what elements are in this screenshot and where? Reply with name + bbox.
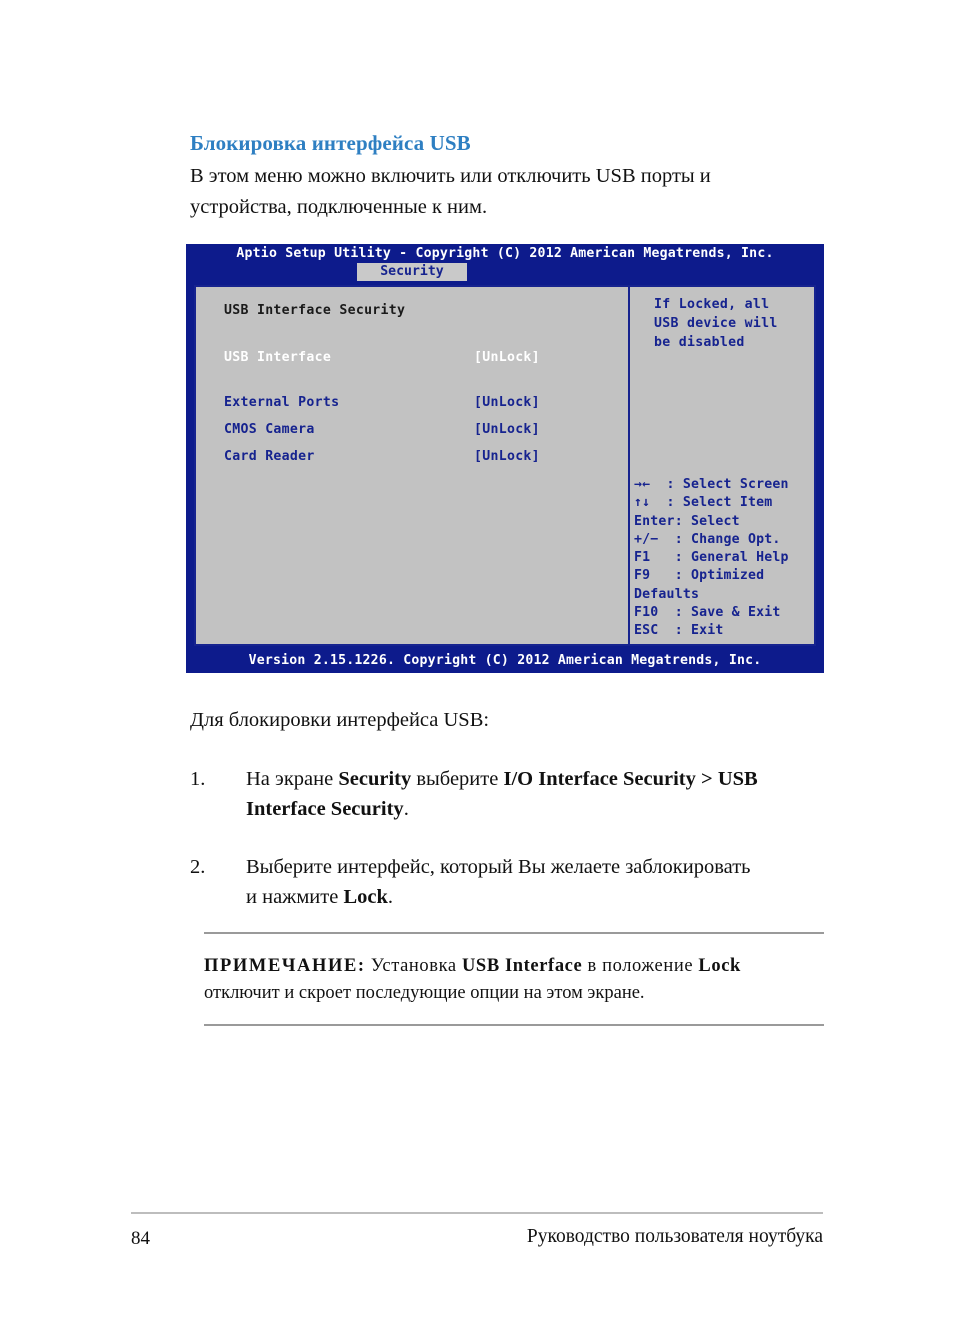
footer-title: Руководство пользователя ноутбука xyxy=(526,1226,823,1247)
step-text: На экране Security выберите I/O Interfac… xyxy=(246,764,824,824)
step1-bold-security: Security xyxy=(338,768,412,790)
bios-title-bar: Aptio Setup Utility - Copyright (C) 2012… xyxy=(236,246,774,261)
step2-line2: и нажмите Lock. xyxy=(246,882,824,912)
step2-bold-lock: Lock xyxy=(343,886,388,908)
bios-content-panel: USB Interface Security USB Interface [Un… xyxy=(194,285,816,646)
intro-line-1: В этом меню можно включить или отключить… xyxy=(190,165,711,187)
step2-line1: Выберите интерфейс, который Вы желаете з… xyxy=(246,856,751,878)
option-label: USB Interface xyxy=(224,350,332,365)
step2-text-a: и нажмите xyxy=(246,886,344,908)
step-text: Выберите интерфейс, который Вы желаете з… xyxy=(246,852,824,912)
footer-divider xyxy=(131,1212,823,1214)
intro-line-2: устройства, подключенные к ним. xyxy=(190,196,488,218)
help-description: If Locked, all USB device will be disabl… xyxy=(654,297,778,350)
page-number: 84 xyxy=(131,1228,150,1249)
note-text-c: в положение xyxy=(582,956,699,976)
step-number: 1. xyxy=(190,768,206,790)
intro-paragraph: В этом меню можно включить или отключить… xyxy=(190,161,825,223)
step1-period: . xyxy=(403,798,409,820)
bios-version-bar: Version 2.15.1226. Copyright (C) 2012 Am… xyxy=(186,649,824,673)
instruction-steps: 1. На экране Security выберите I/O Inter… xyxy=(190,764,824,940)
option-label: CMOS Camera xyxy=(224,422,315,437)
note-callout: ПРИМЕЧАНИЕ: Установка USB Interface в по… xyxy=(204,932,824,1026)
step-number: 2. xyxy=(190,856,206,878)
step1-bold-path2: Interface Security xyxy=(246,798,404,820)
note-text-a: Установка xyxy=(365,956,462,976)
step-1: 1. На экране Security выберите I/O Inter… xyxy=(190,764,824,824)
bios-screenshot: Aptio Setup Utility - Copyright (C) 2012… xyxy=(186,244,824,673)
note-bold-usb-interface: USB Interface xyxy=(461,956,583,976)
option-value[interactable]: [UnLock] xyxy=(474,395,540,410)
step1-line2: Interface Security. xyxy=(246,794,824,824)
note-bold-lock: Lock xyxy=(698,956,741,976)
step-2: 2. Выберите интерфейс, который Вы желает… xyxy=(190,852,824,912)
bios-tab-row: Security xyxy=(186,263,824,281)
bios-settings-pane: USB Interface Security USB Interface [Un… xyxy=(196,287,628,644)
option-label: Card Reader xyxy=(224,449,315,464)
note-bottom-rule xyxy=(204,1024,824,1026)
step1-bold-path: I/O Interface Security > USB xyxy=(503,768,758,790)
help-key-legend: →← : Select Screen ↑↓ : Select Item Ente… xyxy=(634,477,789,639)
note-text-e: отключит и скроет последующие опции на э… xyxy=(204,983,645,1003)
pane-heading: USB Interface Security xyxy=(224,303,406,318)
instructions-lead: Для блокировки интерфейса USB: xyxy=(190,709,490,731)
step2-period: . xyxy=(387,886,394,908)
section-heading: Блокировка интерфейса USB xyxy=(190,131,471,155)
step1-text-c: выберите xyxy=(411,768,504,790)
option-value[interactable]: [UnLock] xyxy=(474,422,540,437)
note-body: ПРИМЕЧАНИЕ: Установка USB Interface в по… xyxy=(204,934,824,1024)
note-label: ПРИМЕЧАНИЕ: xyxy=(204,956,366,976)
document-page: Блокировка интерфейса USB В этом меню мо… xyxy=(0,0,954,1324)
bios-help-pane: If Locked, all USB device will be disabl… xyxy=(630,287,814,644)
option-value[interactable]: [UnLock] xyxy=(474,350,540,365)
tab-security[interactable]: Security xyxy=(357,263,467,281)
option-label: External Ports xyxy=(224,395,340,410)
option-value[interactable]: [UnLock] xyxy=(474,449,540,464)
step1-text-a: На экране xyxy=(246,768,339,790)
